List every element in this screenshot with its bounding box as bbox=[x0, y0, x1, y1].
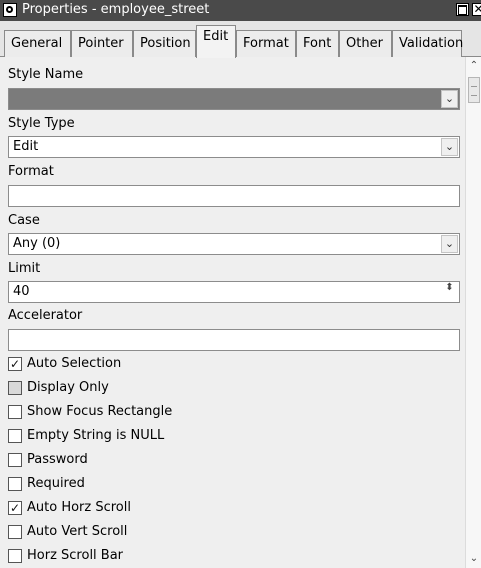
vertical-scrollbar[interactable]: ⌃ ⌄ bbox=[465, 57, 481, 568]
edit-tab-panel: Style Name ⌄ Style Type Edit ⌄ Format Ca… bbox=[0, 57, 465, 568]
app-icon bbox=[3, 3, 17, 17]
auto-horz-scroll-checkbox[interactable]: ✓ bbox=[8, 501, 22, 515]
auto-vert-scroll-label: Auto Vert Scroll bbox=[27, 524, 128, 539]
tab-position[interactable]: Position bbox=[133, 30, 196, 57]
show-focus-rectangle-checkbox[interactable] bbox=[8, 405, 22, 419]
horz-scroll-bar-label: Horz Scroll Bar bbox=[27, 548, 124, 563]
format-label: Format bbox=[8, 164, 54, 179]
horz-scroll-bar-checkbox[interactable] bbox=[8, 549, 22, 563]
chevron-down-icon[interactable]: ⌄ bbox=[441, 138, 458, 156]
style-name-label: Style Name bbox=[8, 67, 84, 82]
accelerator-label: Accelerator bbox=[8, 308, 83, 323]
tab-general[interactable]: General bbox=[4, 30, 71, 57]
required-checkbox[interactable] bbox=[8, 477, 22, 491]
spin-arrows-icon[interactable]: ⬍ bbox=[442, 283, 457, 300]
title-bar[interactable]: Properties - employee_street ✕ bbox=[0, 0, 481, 22]
style-type-label: Style Type bbox=[8, 116, 75, 131]
auto-vert-scroll-checkbox[interactable] bbox=[8, 525, 22, 539]
case-label: Case bbox=[8, 213, 40, 228]
case-value: Any (0) bbox=[13, 236, 61, 251]
format-input[interactable] bbox=[8, 185, 460, 207]
limit-value: 40 bbox=[13, 284, 30, 299]
required-label: Required bbox=[27, 476, 85, 491]
tab-format[interactable]: Format bbox=[236, 30, 296, 57]
style-name-dropdown[interactable]: ⌄ bbox=[8, 88, 460, 110]
accelerator-input[interactable] bbox=[8, 329, 460, 351]
style-type-dropdown[interactable]: Edit ⌄ bbox=[8, 136, 460, 158]
empty-string-null-label: Empty String is NULL bbox=[27, 428, 165, 443]
display-only-checkbox[interactable] bbox=[8, 381, 22, 395]
close-button[interactable]: ✕ bbox=[472, 3, 481, 16]
show-focus-rectangle-label: Show Focus Rectangle bbox=[27, 404, 173, 419]
tab-other[interactable]: Other bbox=[339, 30, 392, 57]
tab-font[interactable]: Font bbox=[296, 30, 339, 57]
limit-label: Limit bbox=[8, 261, 41, 276]
auto-horz-scroll-label: Auto Horz Scroll bbox=[27, 500, 131, 515]
password-label: Password bbox=[27, 452, 88, 467]
auto-selection-checkbox[interactable]: ✓ bbox=[8, 357, 22, 371]
tab-edit[interactable]: Edit bbox=[196, 25, 236, 58]
scroll-down-icon[interactable]: ⌄ bbox=[467, 552, 481, 566]
password-checkbox[interactable] bbox=[8, 453, 22, 467]
case-dropdown[interactable]: Any (0) ⌄ bbox=[8, 233, 460, 255]
window-title: Properties - employee_street bbox=[22, 2, 210, 17]
scrollbar-thumb[interactable] bbox=[468, 77, 480, 103]
tab-bar: General Pointer Position Edit Format Fon… bbox=[0, 21, 481, 58]
display-only-label: Display Only bbox=[27, 380, 109, 395]
scroll-up-icon[interactable]: ⌃ bbox=[467, 59, 481, 73]
chevron-down-icon[interactable]: ⌄ bbox=[441, 90, 458, 108]
tab-validation[interactable]: Validation bbox=[392, 30, 463, 57]
maximize-button[interactable] bbox=[456, 3, 469, 16]
properties-window: Properties - employee_street ✕ General P… bbox=[0, 0, 481, 568]
auto-selection-label: Auto Selection bbox=[27, 356, 122, 371]
chevron-down-icon[interactable]: ⌄ bbox=[441, 235, 458, 253]
tab-pointer[interactable]: Pointer bbox=[71, 30, 133, 57]
limit-spinner[interactable]: 40 ⬍ bbox=[8, 281, 460, 303]
empty-string-null-checkbox[interactable] bbox=[8, 429, 22, 443]
style-type-value: Edit bbox=[13, 139, 39, 154]
